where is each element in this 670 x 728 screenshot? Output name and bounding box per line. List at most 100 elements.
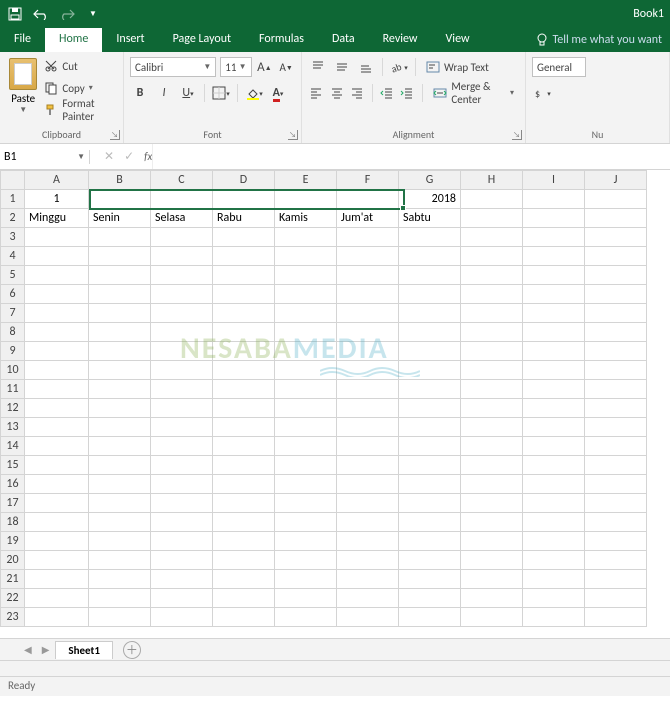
cell[interactable] <box>151 361 213 380</box>
cell[interactable] <box>213 551 275 570</box>
cell[interactable] <box>25 228 89 247</box>
cell[interactable] <box>585 437 647 456</box>
cell[interactable] <box>461 228 523 247</box>
cell[interactable] <box>89 494 151 513</box>
fill-color-button[interactable]: ▾ <box>244 83 264 103</box>
cell[interactable] <box>89 380 151 399</box>
cell[interactable] <box>461 266 523 285</box>
cell[interactable] <box>523 304 585 323</box>
cell[interactable] <box>461 513 523 532</box>
cell[interactable] <box>523 437 585 456</box>
row-header[interactable]: 22 <box>1 589 25 608</box>
row-header[interactable]: 13 <box>1 418 25 437</box>
tell-me[interactable]: Tell me what you want <box>528 28 670 52</box>
cell[interactable] <box>89 513 151 532</box>
cell[interactable] <box>89 456 151 475</box>
cell[interactable] <box>585 570 647 589</box>
cell[interactable] <box>337 190 399 209</box>
redo-icon[interactable] <box>58 5 76 23</box>
cell[interactable] <box>25 475 89 494</box>
row-header[interactable]: 23 <box>1 608 25 627</box>
cell[interactable] <box>151 437 213 456</box>
cell[interactable] <box>399 304 461 323</box>
cell[interactable] <box>523 456 585 475</box>
cell[interactable] <box>25 532 89 551</box>
cell[interactable] <box>523 608 585 627</box>
cell[interactable] <box>89 190 151 209</box>
cell[interactable] <box>213 247 275 266</box>
cell[interactable] <box>337 380 399 399</box>
tab-insert[interactable]: Insert <box>102 28 158 52</box>
cell[interactable] <box>25 551 89 570</box>
cell[interactable] <box>213 570 275 589</box>
cell[interactable] <box>337 532 399 551</box>
cell[interactable] <box>213 532 275 551</box>
cell[interactable] <box>89 551 151 570</box>
cell[interactable] <box>151 608 213 627</box>
cell[interactable] <box>585 266 647 285</box>
cell[interactable] <box>399 247 461 266</box>
qat-customize-icon[interactable]: ▼ <box>84 5 102 23</box>
cell[interactable] <box>275 513 337 532</box>
row-header[interactable]: 2 <box>1 209 25 228</box>
cell[interactable] <box>585 532 647 551</box>
cell[interactable] <box>151 304 213 323</box>
cell[interactable] <box>213 266 275 285</box>
cell[interactable] <box>461 475 523 494</box>
cell[interactable] <box>275 418 337 437</box>
format-painter-button[interactable]: Format Painter <box>44 100 117 120</box>
cell[interactable] <box>213 304 275 323</box>
font-dialog-launcher[interactable] <box>288 130 298 140</box>
cell[interactable] <box>523 494 585 513</box>
cell[interactable] <box>399 532 461 551</box>
cell[interactable] <box>213 190 275 209</box>
row-header[interactable]: 19 <box>1 532 25 551</box>
cell[interactable] <box>337 247 399 266</box>
cell[interactable] <box>89 608 151 627</box>
cell[interactable] <box>151 570 213 589</box>
fx-icon[interactable]: fx <box>144 150 152 163</box>
cell[interactable] <box>523 532 585 551</box>
cell[interactable] <box>399 589 461 608</box>
cell[interactable] <box>89 304 151 323</box>
cell[interactable] <box>337 399 399 418</box>
cell[interactable] <box>585 589 647 608</box>
cell[interactable] <box>337 494 399 513</box>
cell[interactable] <box>89 399 151 418</box>
tab-file[interactable]: File <box>0 28 45 52</box>
name-box[interactable]: B1 ▼ <box>0 150 90 164</box>
tab-data[interactable]: Data <box>318 28 369 52</box>
cell[interactable] <box>275 228 337 247</box>
cell[interactable]: Senin <box>89 209 151 228</box>
cell[interactable] <box>399 399 461 418</box>
tab-home[interactable]: Home <box>45 28 102 52</box>
cell[interactable] <box>213 513 275 532</box>
formula-bar[interactable] <box>152 144 670 169</box>
cell[interactable] <box>213 418 275 437</box>
cell[interactable] <box>461 608 523 627</box>
cell[interactable] <box>275 437 337 456</box>
cell[interactable] <box>461 418 523 437</box>
cell[interactable] <box>585 399 647 418</box>
clipboard-dialog-launcher[interactable] <box>110 130 120 140</box>
italic-button[interactable]: I <box>154 83 174 103</box>
cell[interactable] <box>523 361 585 380</box>
cell[interactable] <box>89 342 151 361</box>
cell[interactable] <box>585 209 647 228</box>
cell[interactable]: 2018 <box>399 190 461 209</box>
cell[interactable]: Selasa <box>151 209 213 228</box>
cell[interactable] <box>25 513 89 532</box>
cell[interactable] <box>25 418 89 437</box>
cell[interactable] <box>523 475 585 494</box>
cell[interactable] <box>25 323 89 342</box>
cell[interactable] <box>89 589 151 608</box>
cell[interactable]: Sabtu <box>399 209 461 228</box>
cell[interactable] <box>151 190 213 209</box>
row-header[interactable]: 3 <box>1 228 25 247</box>
cell[interactable] <box>89 247 151 266</box>
cell[interactable] <box>461 494 523 513</box>
cell[interactable] <box>151 551 213 570</box>
cell[interactable]: Kamis <box>275 209 337 228</box>
bold-button[interactable]: B <box>130 83 150 103</box>
row-header[interactable]: 11 <box>1 380 25 399</box>
